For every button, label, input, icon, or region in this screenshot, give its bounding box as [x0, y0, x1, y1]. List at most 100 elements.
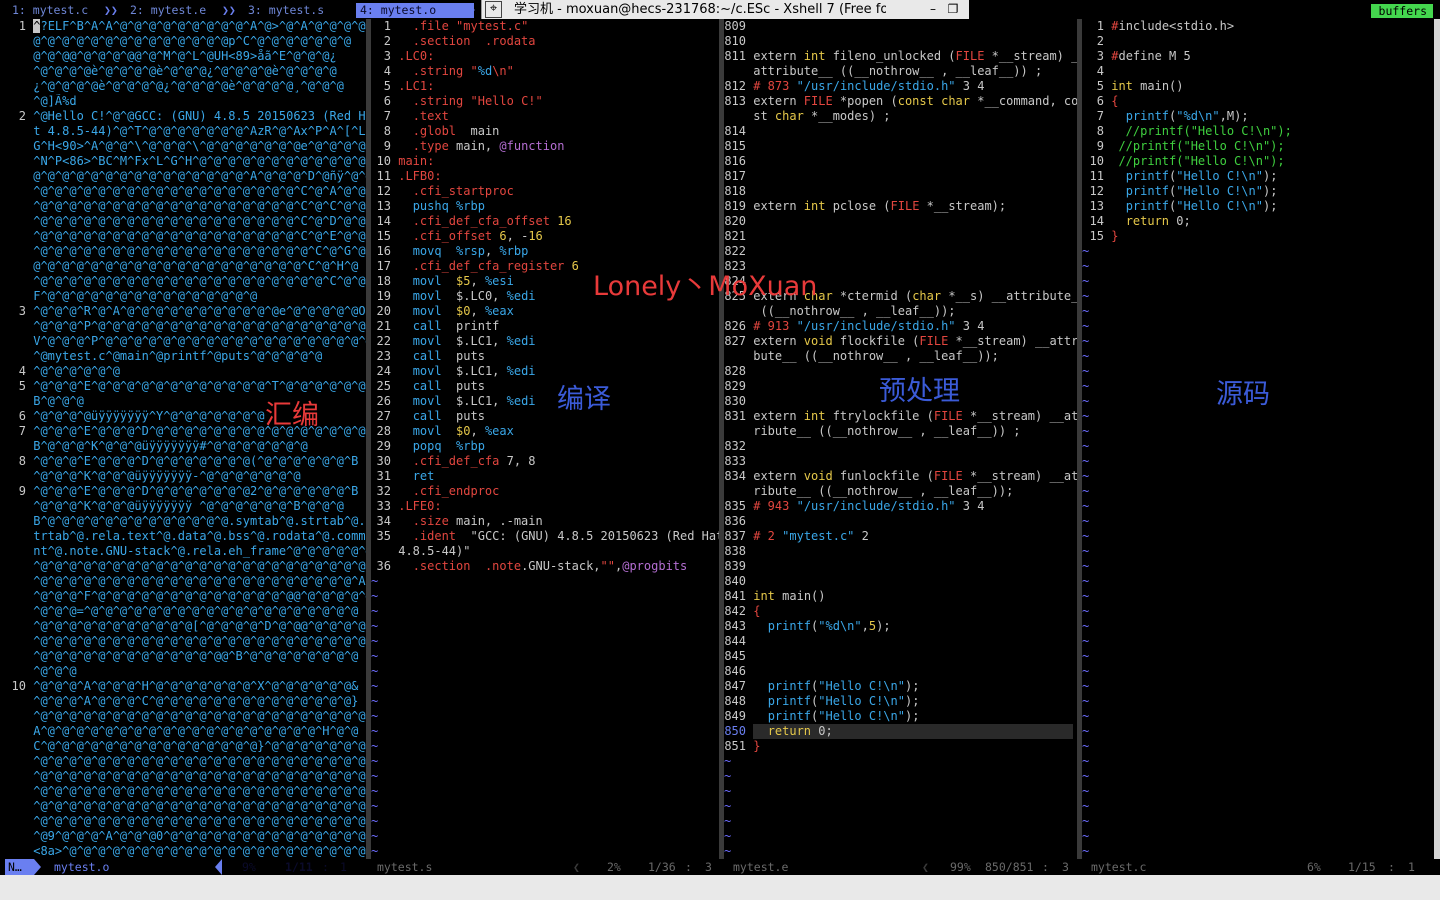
code-line[interactable]: ^@^@^@^@^@^@^@^@^@^@^@^@^@^@^@^@^@^@^@^@… — [0, 559, 366, 574]
code-line[interactable]: 5 .LC1: — [371, 79, 719, 94]
restore-icon[interactable]: ❐ — [944, 0, 962, 19]
code-line[interactable]: 16 movq %rsp, %rbp — [371, 244, 719, 259]
code-line[interactable]: 32 .cfi_endproc — [371, 484, 719, 499]
code-line[interactable]: 10 main: — [371, 154, 719, 169]
code-line[interactable]: 24 movl $.LC1, %edi — [371, 364, 719, 379]
code-line[interactable]: 833 — [724, 454, 1077, 469]
code-line[interactable]: 847 printf("Hello C!\n"); — [724, 679, 1077, 694]
code-line[interactable]: 27 call puts — [371, 409, 719, 424]
code-line[interactable]: 817 — [724, 169, 1077, 184]
code-line[interactable]: 8 .globl main — [371, 124, 719, 139]
buffer-tab-mytest-s[interactable]: 3: mytest.s — [244, 3, 328, 18]
code-line[interactable]: G^H<90>^A^@^@^\^@^@^@^\^@^@^@^@^@^@^@e^@… — [0, 139, 366, 154]
code-line[interactable]: 4 ^@^@^@^@^@^@ — [0, 364, 366, 379]
code-line[interactable]: 816 — [724, 154, 1077, 169]
code-line[interactable]: attribute__ ((__nothrow__ , __leaf__)) ; — [724, 64, 1077, 79]
code-line[interactable]: 811 extern int fileno_unlocked (FILE *__… — [724, 49, 1077, 64]
code-line[interactable]: <8a>^@^@^@^@^@^@^@^@^@^@^@^@^@^@^@^@^@^@… — [0, 844, 366, 859]
code-line[interactable]: 11 .LFB0: — [371, 169, 719, 184]
code-line[interactable]: t 4.8.5-44)^@^T^@^@^@^@^@^@^@^AzR^@^Ax^P… — [0, 124, 366, 139]
code-line[interactable]: 8 ^@^@^@^E^@^@^@^D^@^@^@^@^@^@^@(^@^@^@^… — [0, 454, 366, 469]
code-line[interactable]: 22 movl $.LC1, %edi — [371, 334, 719, 349]
code-line[interactable]: 819 extern int pclose (FILE *__stream); — [724, 199, 1077, 214]
code-line[interactable]: 840 — [724, 574, 1077, 589]
code-line[interactable]: ^@mytest.c^@main^@printf^@puts^@^@^@^@^@ — [0, 349, 366, 364]
code-line[interactable]: 1 .file "mytest.c" — [371, 19, 719, 34]
code-line[interactable]: 29 popq %rbp — [371, 439, 719, 454]
code-line[interactable]: 9 .type main, @function — [371, 139, 719, 154]
code-line[interactable]: 850 return 0; — [724, 724, 1077, 739]
code-line[interactable]: 814 — [724, 124, 1077, 139]
code-line[interactable]: 6 .string "Hello C!" — [371, 94, 719, 109]
code-line[interactable]: 820 — [724, 214, 1077, 229]
code-line[interactable]: 846 — [724, 664, 1077, 679]
code-line[interactable]: ^@^@^@^@^@^@^@^@^@^@^@^@^@^@^@^@^@^@^C^@… — [0, 199, 366, 214]
code-line[interactable]: 30 .cfi_def_cfa 7, 8 — [371, 454, 719, 469]
code-line[interactable]: ^N^P<86>^BC^M^Fx^L^G^H^@^@^@^@^@^@^@^@^@… — [0, 154, 366, 169]
code-line[interactable]: 36 .section .note.GNU-stack,"",@progbits — [371, 559, 719, 574]
code-line[interactable]: @^@^@^@^@^@^@^@^@^@^@^@^@^@^@^A^@^@^@^D^… — [0, 169, 366, 184]
code-line[interactable]: 11 printf("Hello C!\n"); — [1082, 169, 1434, 184]
code-line[interactable]: ^@^@^@^K^@^@^@üÿÿÿÿÿÿÿ ^@^@^@^@^@^@^B^@^… — [0, 499, 366, 514]
code-line[interactable]: 15 } — [1082, 229, 1434, 244]
code-line[interactable]: 822 — [724, 244, 1077, 259]
code-line[interactable]: ^@^@^@^@^@^@^@^@^@^@^@^@^@@^B^@^@^@^@^@^… — [0, 649, 366, 664]
code-line[interactable]: 7 .text — [371, 109, 719, 124]
code-line[interactable]: 10 ^@^@^@^A^@^@^@^H^@^@^@^@^@^@^@^X^@^@^… — [0, 679, 366, 694]
code-line[interactable]: 12 .cfi_startproc — [371, 184, 719, 199]
code-line[interactable]: ^@^@^@^A^@^@^@^C^@^@^@^@^@^@^@^@^@^@^@^@… — [0, 694, 366, 709]
code-line[interactable]: 2 — [1082, 34, 1434, 49]
code-line[interactable]: ribute__ ((__nothrow__ , __leaf__)) ; — [724, 424, 1077, 439]
code-line[interactable]: ^@^@^@^@^@^@^@^@^@^@^@^@^@^@^@^@^@^@^@^@… — [0, 784, 366, 799]
code-line[interactable]: 809 — [724, 19, 1077, 34]
code-line[interactable]: bute__ ((__nothrow__ , __leaf__)); — [724, 349, 1077, 364]
code-line[interactable]: A^@^@^@^@^@^@^@^@^@^@^@^@^@^@^@^@^@^@^@^… — [0, 724, 366, 739]
code-line[interactable]: 834 extern void funlockfile (FILE *__str… — [724, 469, 1077, 484]
code-line[interactable]: 844 — [724, 634, 1077, 649]
code-line[interactable]: 25 call puts — [371, 379, 719, 394]
code-line[interactable]: 818 — [724, 184, 1077, 199]
code-line[interactable]: ^@^@^@^@^@^@^@^@^@^@^@^@^@^@^@^@^@^@^@^@… — [0, 574, 366, 589]
code-line[interactable]: 13 printf("Hello C!\n"); — [1082, 199, 1434, 214]
code-line[interactable]: 20 movl $0, %eax — [371, 304, 719, 319]
code-line[interactable]: 831 extern int ftrylockfile (FILE *__str… — [724, 409, 1077, 424]
code-line[interactable]: @^@^@^@^@^@^@^@^@^@^@^@^@^@^@^@^@^@^@^C^… — [0, 259, 366, 274]
code-line[interactable]: ^@^@^@^@^@^@^@^@^@^@^@^@^@^@^@^@^@^@^C^@… — [0, 184, 366, 199]
code-line[interactable]: 842 { — [724, 604, 1077, 619]
code-line[interactable]: st char *__modes) ; — [724, 109, 1077, 124]
code-line[interactable]: 835 # 943 "/usr/include/stdio.h" 3 4 — [724, 499, 1077, 514]
code-line[interactable]: nt^@.note.GNU-stack^@.rela.eh_frame^@^@^… — [0, 544, 366, 559]
code-line[interactable]: 23 call puts — [371, 349, 719, 364]
code-line[interactable]: 12 printf("Hello C!\n"); — [1082, 184, 1434, 199]
code-line[interactable]: 9 ^@^@^@^E^@^@^@^D^@^@^@^@^@^@^@2^@^@^@^… — [0, 484, 366, 499]
code-line[interactable]: 839 — [724, 559, 1077, 574]
code-line[interactable]: 15 .cfi_offset 6, -16 — [371, 229, 719, 244]
code-line[interactable]: ^@^@^@^@^@^@^@^@^@^@^@^@^@^@^@^@^@^@^@^@… — [0, 769, 366, 784]
buffer-tab-mytest-c[interactable]: 1: mytest.c — [8, 3, 92, 18]
code-line[interactable]: ^@^@^@^@^@^@^@^@^@^@^@^@^@^@^@^@^@^@^@^C… — [0, 244, 366, 259]
code-line[interactable]: 1 #include<stdio.h> — [1082, 19, 1434, 34]
code-line[interactable]: ^@^@^@^@è^@^@^@^@è^@^@^@¿^@^@^@^@è^@^@^@… — [0, 64, 366, 79]
code-line[interactable]: ^@9^@^@^@^A^@^@^@0^@^@^@^@^@^@^@^@^@^@^@… — [0, 829, 366, 844]
pane-mytest-s[interactable]: 1 .file "mytest.c" 2 .section .rodata 3 .L… — [371, 19, 719, 859]
code-line[interactable]: 836 — [724, 514, 1077, 529]
code-line[interactable]: 843 printf("%d\n",5); — [724, 619, 1077, 634]
code-line[interactable]: 812 # 873 "/usr/include/stdio.h" 3 4 — [724, 79, 1077, 94]
code-line[interactable]: ^@^@^@^@^@^@^@^@^@^@^@^@^@^@^@^@^@^@^@^@… — [0, 709, 366, 724]
code-line[interactable]: 848 printf("Hello C!\n"); — [724, 694, 1077, 709]
code-line[interactable]: 832 — [724, 439, 1077, 454]
code-line[interactable]: 845 — [724, 649, 1077, 664]
code-line[interactable]: 5 int main() — [1082, 79, 1434, 94]
code-line[interactable]: 14 .cfi_def_cfa_offset 16 — [371, 214, 719, 229]
code-line[interactable]: ^@]Ã%d — [0, 94, 366, 109]
code-line[interactable]: 28 movl $0, %eax — [371, 424, 719, 439]
code-line[interactable]: 26 movl $.LC1, %edi — [371, 394, 719, 409]
code-line[interactable]: 2 ^@Hello C!^@^@GCC: (GNU) 4.8.5 2015062… — [0, 109, 366, 124]
pane-mytest-o[interactable]: 1 ^?ELF^B^A^A^@^@^@^@^@^@^@^@^@^A^@>^@^A… — [0, 19, 366, 859]
code-line[interactable]: ^@^@^@^@^@^@^@^@^@^@^@^@^@^@^@^@^@^@^@^@… — [0, 814, 366, 829]
code-line[interactable]: ^@^@^@^@^@^@^@^@^@^@^@^@^@^@^@^@^@^@^@^@… — [0, 799, 366, 814]
code-line[interactable]: C^@^@^@^@^@^@^@^@^@^@^@^@^@^@^@}^@^@^@^@… — [0, 739, 366, 754]
code-line[interactable]: 8 //printf("Hello C!\n"); — [1082, 124, 1434, 139]
code-line[interactable]: 841 int main() — [724, 589, 1077, 604]
code-line[interactable]: 10 //printf("Hello C!\n"); — [1082, 154, 1434, 169]
